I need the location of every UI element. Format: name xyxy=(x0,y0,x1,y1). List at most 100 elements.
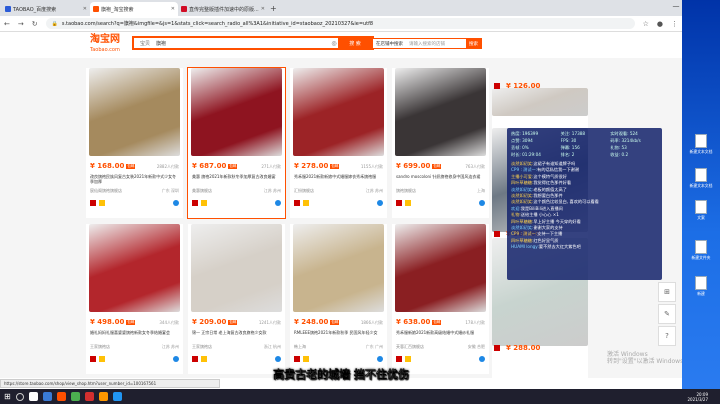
product-title[interactable]: 锦一 正宗日常 老上海复古改良旗袍少女款 xyxy=(192,330,282,340)
camera-icon[interactable]: ◎ xyxy=(330,40,338,47)
shop-name[interactable]: 王家旗袍店 xyxy=(90,344,110,350)
close-icon[interactable]: ✕ xyxy=(171,6,175,12)
product-title[interactable]: 改良旗袍民族风复古女装2021年新款中式少女冬季加厚 xyxy=(90,174,180,184)
shop-name[interactable]: 韩上海 xyxy=(294,344,306,350)
profile-icon[interactable]: ● xyxy=(657,20,663,28)
desktop-icon-label: 新建文本文档 xyxy=(689,183,713,188)
watermark-line-2: 转到"设置"以激活 Windows。 xyxy=(607,358,690,365)
product-title[interactable]: 秀禾服新娘2021新款高级结婚中式婚纱礼服 xyxy=(396,330,486,340)
discount-badge: 包邮 xyxy=(330,163,340,169)
browser-tab[interactable]: 直传完整版插件加速中的原版... ✕ xyxy=(178,2,266,16)
reload-icon[interactable]: ↻ xyxy=(32,20,38,28)
product-title[interactable]: sandro moscoloni 针织旗袍修身中国风连衣裙 xyxy=(396,174,486,184)
product-image[interactable] xyxy=(89,68,180,156)
search-input[interactable]: 旗袍 xyxy=(156,40,330,47)
product-card[interactable]: ¥ 498.00 包邮 344人付款 婚礼妈妈礼服喜婆婆旗袍新款女冬季结婚宴会 王家旗袍… xyxy=(86,224,183,374)
shop-name[interactable]: 汇纷旗舰店 xyxy=(294,188,314,194)
stat-item: 弹幕: 156 xyxy=(560,145,580,150)
product-card[interactable]: ¥ 168.00 包邮 2882人付款 改良旗袍民族风复古女装2021年新款中式少女冬… xyxy=(86,68,183,218)
new-tab-button[interactable]: + xyxy=(266,2,281,16)
product-image[interactable] xyxy=(89,224,180,312)
taskbar-app-icon[interactable] xyxy=(28,392,38,401)
browser-tab[interactable]: 旗袍_淘宝搜索 ✕ xyxy=(90,2,178,16)
sales-count: 763人付款 xyxy=(465,164,485,169)
taskbar-app-icon[interactable] xyxy=(112,392,122,401)
product-title[interactable]: 秀禾服2021新款新娘中式婚服嫁衣秀禾旗袍服 xyxy=(294,174,384,184)
product-image[interactable] xyxy=(395,68,486,156)
product-image[interactable] xyxy=(492,88,588,116)
wangwang-chat-icon[interactable] xyxy=(173,356,179,362)
chat-user: 四叶草糖糖: xyxy=(511,218,534,224)
star-icon[interactable]: ☆ xyxy=(643,20,649,28)
shop-search-button[interactable]: 搜索 xyxy=(466,39,481,48)
badge-icons xyxy=(90,200,105,206)
desktop-file-icon[interactable]: 新建文件夹 xyxy=(684,240,718,280)
taskbar-app-icon[interactable] xyxy=(56,392,66,401)
chat-user: 欢迎: xyxy=(511,205,521,211)
product-title[interactable]: RMLEEE旗袍2021年新款秋季 民国风年轻少女 xyxy=(294,330,384,340)
product-card[interactable]: ¥ 699.00 包邮 763人付款 sandro moscoloni 针织旗袍修身中… xyxy=(392,68,489,218)
tab-label: 直传完整版插件加速中的原版... xyxy=(189,6,259,13)
browser-tab[interactable]: TAOBAO_百度搜索 ✕ xyxy=(2,2,90,16)
stat-item: 点赞: 3094 xyxy=(511,138,533,143)
taobao-logo[interactable]: 淘宝网 Taobao.com xyxy=(90,35,120,55)
back-icon[interactable]: ← xyxy=(4,20,10,28)
product-image[interactable] xyxy=(191,68,282,156)
wangwang-chat-icon[interactable] xyxy=(275,200,281,206)
taskbar-app-icon[interactable] xyxy=(42,392,52,401)
search-category[interactable]: 宝贝 xyxy=(134,40,156,47)
shop-search-input[interactable]: 请输入搜索的店铺 xyxy=(406,41,448,47)
product-title[interactable]: 美惠 旗袍2021年新款秋冬季加厚复古改良婚宴 xyxy=(192,174,282,184)
taskbar-app-icon[interactable] xyxy=(98,392,108,401)
wangwang-chat-icon[interactable] xyxy=(377,356,383,362)
help-icon[interactable]: ? xyxy=(658,326,676,346)
product-card[interactable]: ¥ 638.00 包邮 178人付款 秀禾服新娘2021新款高级结婚中式婚纱礼服 芙蓉汇… xyxy=(392,224,489,374)
chat-user: 淡然如初笑: xyxy=(511,186,534,192)
sales-count: 1241人付款 xyxy=(258,320,281,325)
product-image[interactable] xyxy=(191,224,282,312)
chat-message: HUAMI longy:要不然去大红大紫色吧 xyxy=(511,244,658,250)
shop-name[interactable]: 芙蓉汇百旗舰店 xyxy=(396,344,424,350)
apps-icon[interactable]: ⊞ xyxy=(658,282,676,302)
search-button[interactable]: 搜 索 xyxy=(338,38,372,48)
wangwang-chat-icon[interactable] xyxy=(479,356,485,362)
desktop-file-icon[interactable]: 文案 xyxy=(684,200,718,240)
forward-icon[interactable]: → xyxy=(18,20,24,28)
edit-icon[interactable]: ✎ xyxy=(658,304,676,324)
url-field[interactable]: 🔒 s.taobao.com/search?q=旗袍&imgfile=&js=1… xyxy=(45,18,635,29)
sales-count: 271人付款 xyxy=(261,164,281,169)
chat-user: 淡然如初笑: xyxy=(511,225,534,231)
close-icon[interactable]: ✕ xyxy=(261,6,265,12)
product-image[interactable] xyxy=(395,224,486,312)
product-title[interactable]: 婚礼妈妈礼服喜婆婆旗袍新款女冬季结婚宴会 xyxy=(90,330,180,340)
product-image[interactable] xyxy=(293,224,384,312)
price-text: ¥ 638.00 xyxy=(396,318,431,326)
shop-name[interactable]: 宸仙阁旗袍旗舰店 xyxy=(90,188,122,194)
desktop-file-icon[interactable]: 新建 xyxy=(684,276,718,316)
product-card[interactable]: ¥ 209.00 包邮 1241人付款 锦一 正宗日常 老上海复古改良旗袍少女款 王家旗… xyxy=(188,224,285,374)
windows-start-icon[interactable]: ⊞ xyxy=(4,392,11,401)
wangwang-chat-icon[interactable] xyxy=(173,200,179,206)
minimize-button[interactable]: — xyxy=(673,2,680,10)
wangwang-chat-icon[interactable] xyxy=(377,200,383,206)
taskbar-app-icon[interactable] xyxy=(84,392,94,401)
badge-icons xyxy=(192,356,207,362)
shop-name[interactable]: 美惠旗舰店 xyxy=(192,188,212,194)
shop-name[interactable]: 旗袍旗舰店 xyxy=(396,188,416,194)
taskbar-app-icon[interactable] xyxy=(70,392,80,401)
close-icon[interactable]: ✕ xyxy=(83,6,87,12)
search-icon[interactable] xyxy=(15,392,24,401)
product-card[interactable]: ¥ 248.00 包邮 1866人付款 RMLEEE旗袍2021年新款秋季 民国风年轻… xyxy=(290,224,387,374)
menu-icon[interactable]: ⋮ xyxy=(671,20,678,28)
wangwang-chat-icon[interactable] xyxy=(479,200,485,206)
product-card[interactable]: ¥ 687.00 包邮 271人付款 美惠 旗袍2021年新款秋冬季加厚复古改良婚宴美… xyxy=(187,67,286,219)
gold-seller-icon xyxy=(99,200,105,206)
file-icon xyxy=(695,276,707,290)
stat-item: 时长: 01:29:04 xyxy=(511,152,541,157)
shop-name[interactable]: 王家旗袍店 xyxy=(192,344,212,350)
discount-badge: 包邮 xyxy=(228,319,238,325)
wangwang-chat-icon[interactable] xyxy=(275,356,281,362)
product-card[interactable]: ¥ 278.00 包邮 1155人付款 秀禾服2021新款新娘中式婚服嫁衣秀禾旗袍服汇… xyxy=(290,68,387,218)
product-image[interactable] xyxy=(293,68,384,156)
product-price: ¥ 248.00 包邮 xyxy=(294,318,340,326)
